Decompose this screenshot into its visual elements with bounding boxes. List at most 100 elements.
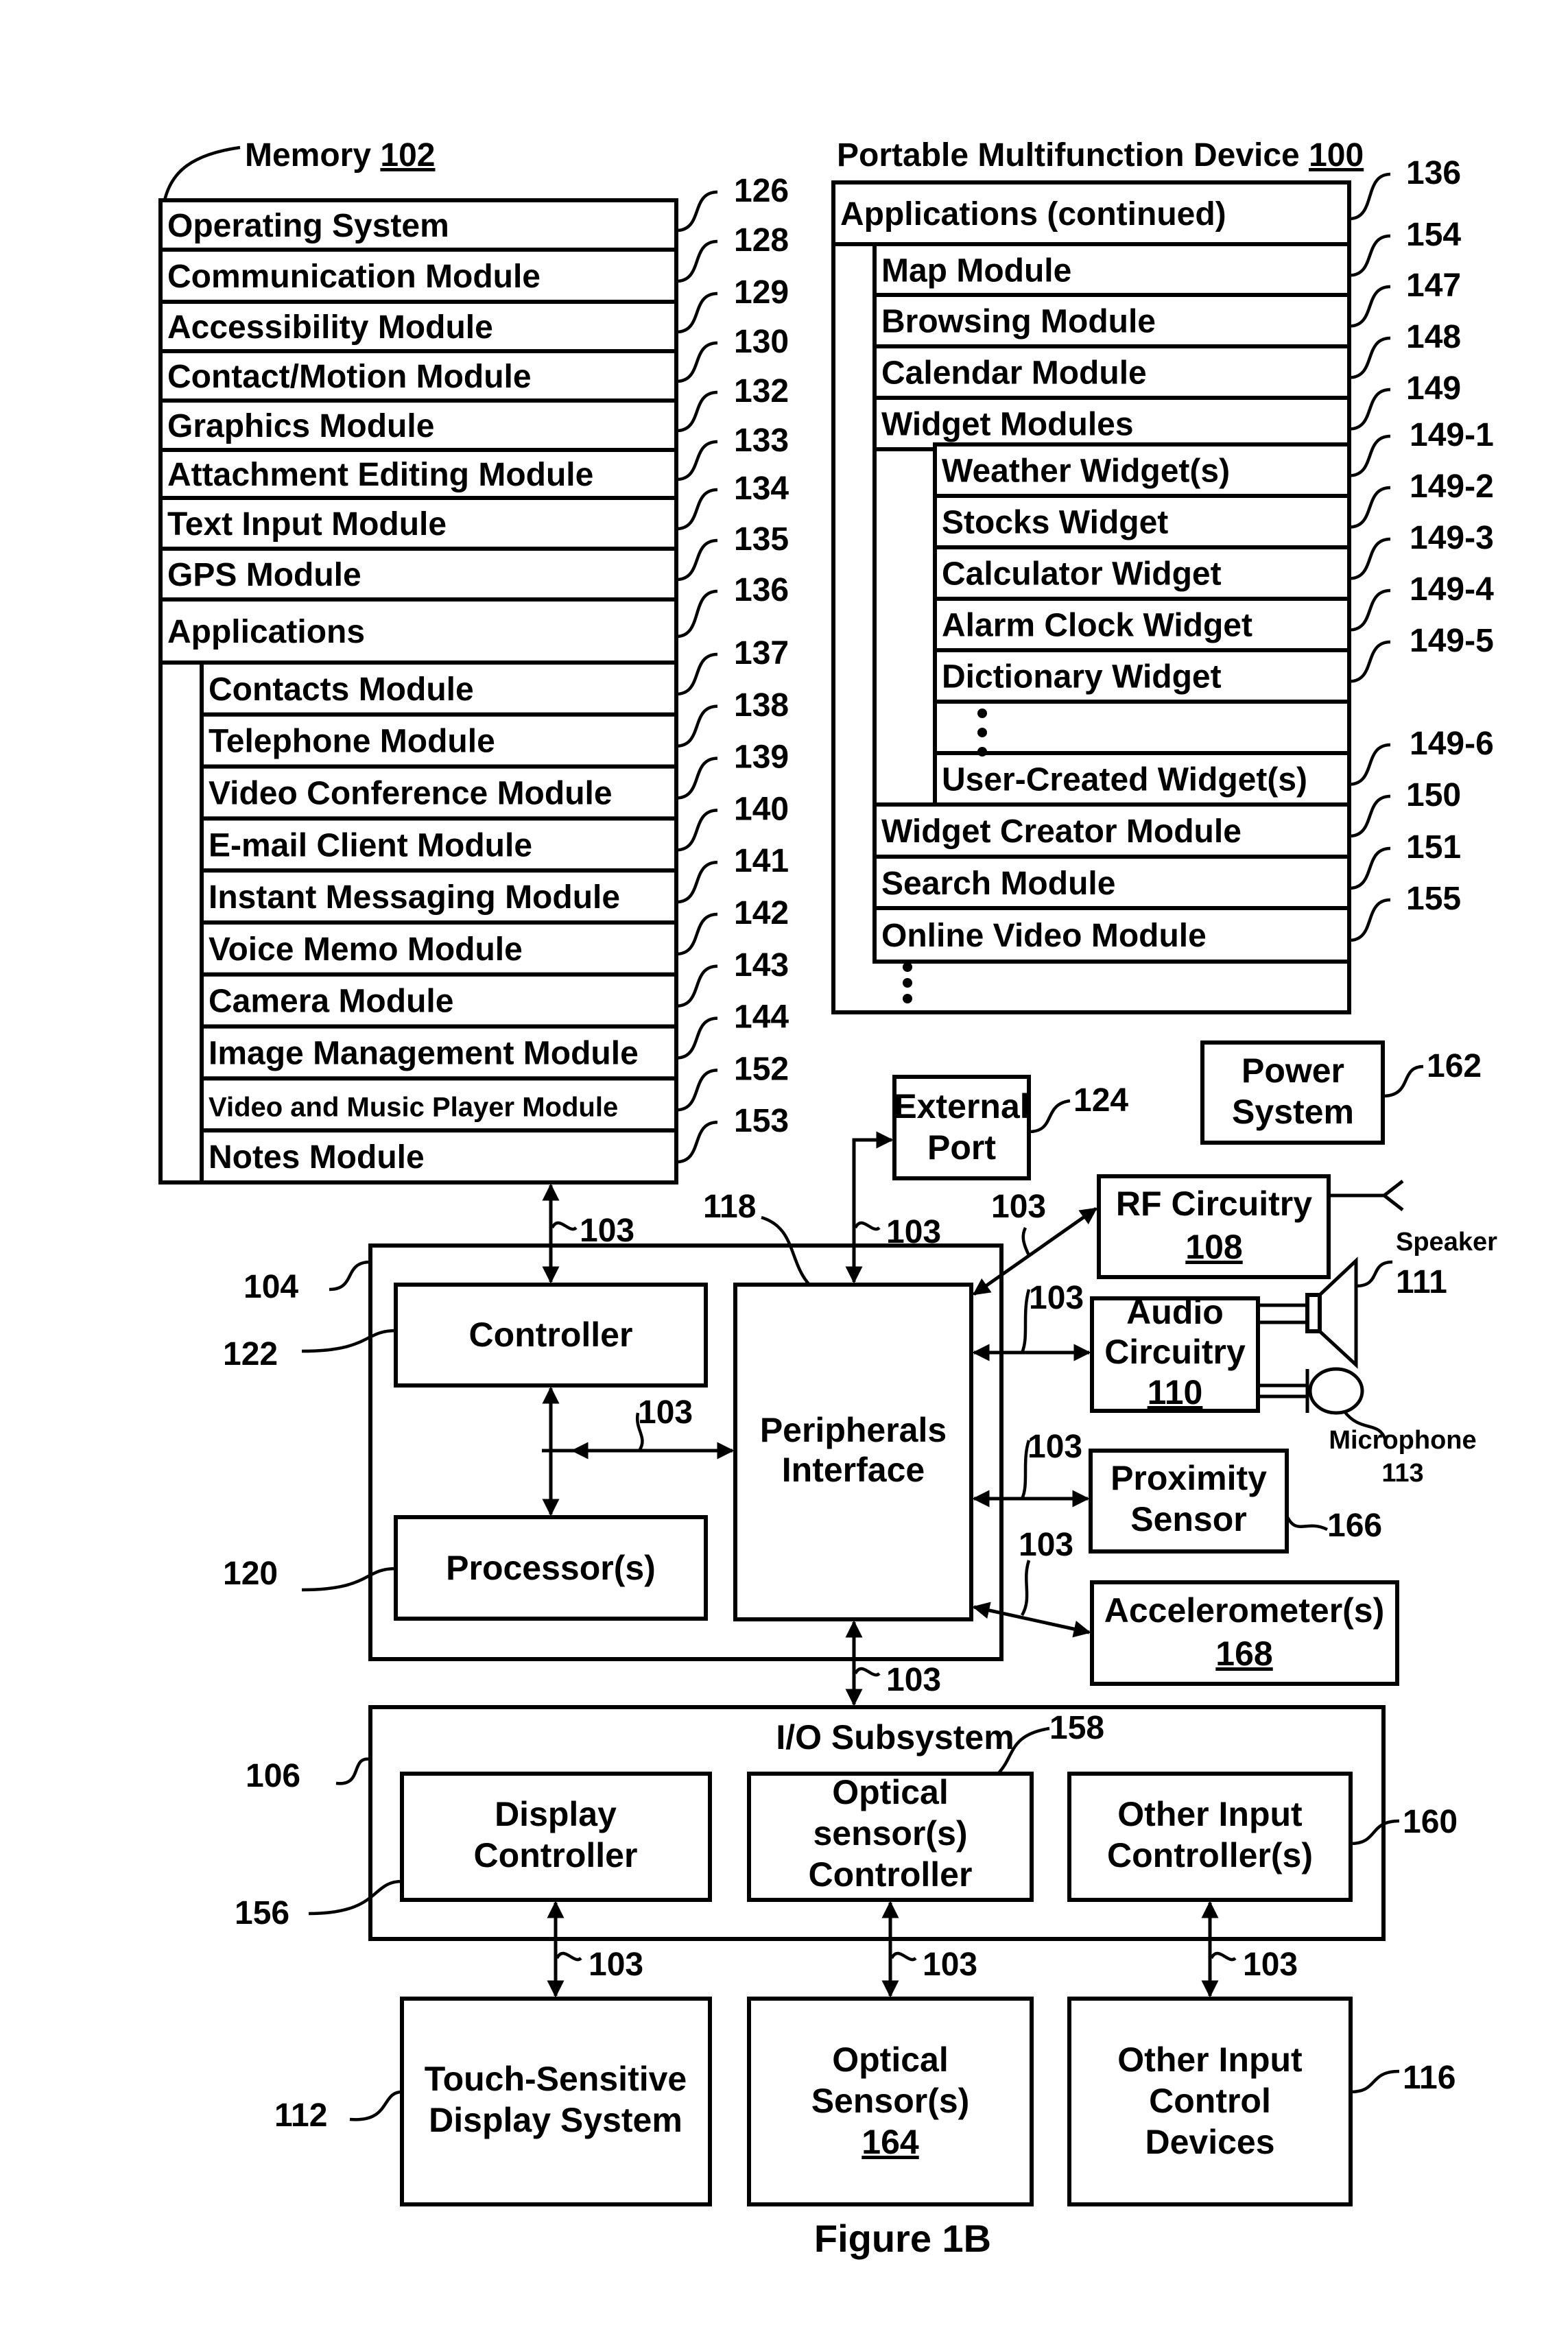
application-module-8-label: Image Management Module xyxy=(209,1036,639,1072)
device-module-4-ref: 149 xyxy=(1406,370,1461,407)
svg-text:168: 168 xyxy=(1215,1634,1272,1673)
svg-text:118: 118 xyxy=(703,1189,756,1225)
application-module-5-ref: 141 xyxy=(734,843,789,879)
device-module-2-leader xyxy=(1349,285,1391,328)
memory-module-4-label: Contact/Motion Module xyxy=(167,359,532,395)
svg-text:Power: Power xyxy=(1242,1051,1344,1090)
device-module-3-label: Calendar Module xyxy=(881,355,1147,392)
svg-text:160: 160 xyxy=(1403,1804,1458,1840)
svg-text:RF Circuitry: RF Circuitry xyxy=(1116,1185,1312,1223)
svg-text:Display: Display xyxy=(495,1795,617,1833)
bus-ref-label: 103 xyxy=(1243,1947,1298,1983)
svg-text:Port: Port xyxy=(927,1128,996,1167)
figure-caption: Figure 1B xyxy=(814,2217,991,2260)
proximity-sensor-block: Proximity Sensor 166 xyxy=(1089,1449,1382,1554)
device-after-module-3-label: Online Video Module xyxy=(881,918,1207,954)
memory-module-5-leader xyxy=(676,390,718,433)
svg-text:120: 120 xyxy=(223,1556,278,1592)
svg-text:sensor(s): sensor(s) xyxy=(813,1814,967,1853)
memory-module-1-label: Operating System xyxy=(167,208,449,244)
other-input-devices-block: Other Input Control Devices 116 xyxy=(1067,1997,1456,2206)
memory-module-8-leader xyxy=(676,538,718,582)
memory-module-3-leader xyxy=(676,291,718,334)
widget-4-label: Alarm Clock Widget xyxy=(942,608,1252,644)
svg-text:112: 112 xyxy=(274,2097,327,2134)
widget-5-leader xyxy=(1349,640,1391,683)
device-section: Portable Multifunction Device 100 Applic… xyxy=(831,137,1494,1014)
application-module-8-ref: 144 xyxy=(734,999,789,1036)
memory-module-8-ref: 135 xyxy=(734,521,789,558)
svg-text:Display System: Display System xyxy=(429,2101,682,2139)
application-module-8-leader xyxy=(676,1016,718,1060)
application-module-1-leader xyxy=(676,652,718,696)
application-module-6-ref: 142 xyxy=(734,895,789,931)
audio-circuitry-block: Audio Circuitry 110 xyxy=(1090,1293,1307,1413)
external-port-block: External Port 124 xyxy=(892,1075,1128,1180)
svg-text:Controller: Controller xyxy=(469,1316,633,1354)
application-module-10-label: Notes Module xyxy=(209,1139,425,1176)
device-after-module-1-ref: 150 xyxy=(1406,777,1461,813)
svg-text:106: 106 xyxy=(246,1758,300,1794)
memory-title: Memory 102 xyxy=(245,137,436,174)
widget-3-label: Calculator Widget xyxy=(942,556,1222,593)
svg-text:I/O Subsystem: I/O Subsystem xyxy=(776,1718,1014,1757)
chip-block: 104 Controller 122 Processor(s) 120 Peri… xyxy=(223,1189,1003,1661)
svg-text:Other Input: Other Input xyxy=(1117,1795,1303,1833)
device-module-1-leader xyxy=(1349,234,1391,277)
application-module-2-ref: 138 xyxy=(734,687,789,724)
bus-ref-label: 103 xyxy=(923,1947,977,1983)
ellipsis-widgets xyxy=(977,709,987,757)
bus-ref-label: 103 xyxy=(638,1394,693,1431)
svg-text:Sensor(s): Sensor(s) xyxy=(811,2082,970,2120)
memory-module-1-leader xyxy=(676,190,718,233)
device-after-module-2-label: Search Module xyxy=(881,866,1115,902)
widget-3-leader xyxy=(1349,537,1391,580)
memory-module-2-ref: 128 xyxy=(734,222,789,259)
application-module-6-leader xyxy=(676,912,718,956)
svg-text:124: 124 xyxy=(1073,1082,1128,1119)
svg-text:Speaker: Speaker xyxy=(1396,1228,1497,1257)
svg-text:Devices: Devices xyxy=(1145,2123,1274,2161)
memory-module-4-leader xyxy=(676,341,718,383)
speaker-icon: Speaker 111 xyxy=(1305,1228,1497,1369)
svg-text:Touch-Sensitive: Touch-Sensitive xyxy=(425,2060,687,2098)
svg-text:Peripherals: Peripherals xyxy=(760,1411,947,1449)
bus-ref-label: 103 xyxy=(1029,1280,1084,1316)
svg-text:164: 164 xyxy=(862,2123,919,2161)
svg-text:Circuitry: Circuitry xyxy=(1104,1333,1246,1371)
svg-text:122: 122 xyxy=(223,1336,278,1372)
memory-module-6-ref: 133 xyxy=(734,422,789,459)
widget-6-label: User-Created Widget(s) xyxy=(942,762,1307,798)
svg-text:Optical: Optical xyxy=(832,1773,948,1811)
device-after-module-1-label: Widget Creator Module xyxy=(881,813,1242,850)
application-module-7-label: Camera Module xyxy=(209,984,453,1020)
microphone-icon: Microphone 113 xyxy=(1305,1367,1477,1488)
svg-text:Accelerometer(s): Accelerometer(s) xyxy=(1104,1591,1385,1630)
memory-module-2-leader xyxy=(676,239,718,283)
application-module-9-ref: 152 xyxy=(734,1051,789,1087)
svg-text:Proximity: Proximity xyxy=(1110,1459,1267,1497)
application-module-7-ref: 143 xyxy=(734,947,789,984)
svg-text:Controller(s): Controller(s) xyxy=(1107,1836,1313,1874)
device-title: Portable Multifunction Device 100 xyxy=(837,137,1364,174)
application-module-10-leader xyxy=(676,1120,718,1164)
device-after-module-2-leader xyxy=(1349,846,1391,890)
memory-module-5-ref: 132 xyxy=(734,373,789,409)
bus-ref-label: 103 xyxy=(1027,1429,1082,1465)
device-module-3-ref: 148 xyxy=(1406,319,1461,355)
svg-text:Controller: Controller xyxy=(474,1836,638,1874)
applications-header-label: Applications xyxy=(167,614,365,650)
svg-text:Control: Control xyxy=(1149,2082,1271,2120)
memory-module-5-label: Graphics Module xyxy=(167,408,434,444)
widget-6-ref: 149-6 xyxy=(1410,726,1494,762)
bus-ref-label: 103 xyxy=(580,1213,634,1249)
device-module-2-label: Browsing Module xyxy=(881,304,1156,340)
widget-2-label: Stocks Widget xyxy=(942,505,1168,541)
application-module-3-leader xyxy=(676,757,718,800)
memory-section: Memory 102 Operating System 126 Communicat… xyxy=(158,137,789,1185)
device-module-1-ref: 154 xyxy=(1406,217,1461,253)
svg-text:External: External xyxy=(894,1087,1029,1126)
svg-text:113: 113 xyxy=(1381,1459,1423,1488)
svg-text:116: 116 xyxy=(1403,2060,1456,2096)
device-after-module-3-leader xyxy=(1349,898,1391,942)
